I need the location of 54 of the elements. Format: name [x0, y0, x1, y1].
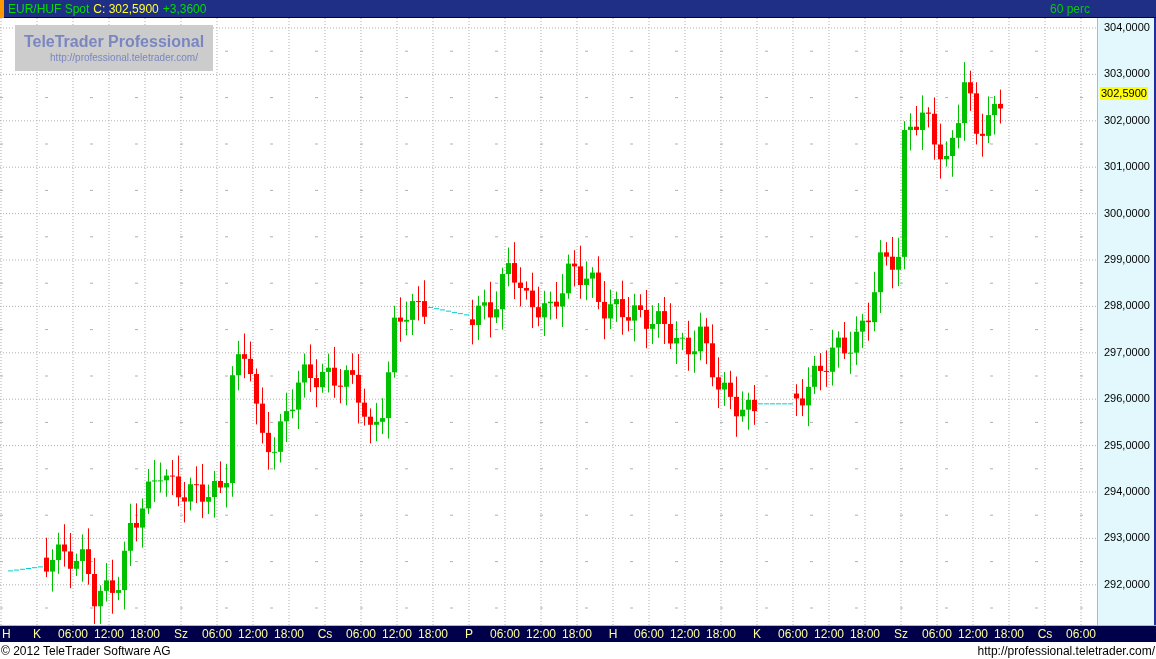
time-label: 18:00	[129, 628, 161, 640]
copyright-text: © 2012 TeleTrader Software AG	[1, 644, 171, 657]
price-tick-label: 296,0000	[1104, 393, 1150, 405]
time-label: 12:00	[93, 628, 125, 640]
logo-url: http://professional.teletrader.com/	[50, 51, 198, 65]
price-tick-label: 292,0000	[1104, 578, 1150, 590]
price-tick-label: 302,0000	[1104, 114, 1150, 126]
price-tick-label: 293,0000	[1104, 532, 1150, 544]
time-label: 12:00	[813, 628, 845, 640]
price-tick-label: 298,0000	[1104, 300, 1150, 312]
price-tick-label: 299,0000	[1104, 254, 1150, 265]
symbol-label: EUR/HUF Spot	[8, 2, 90, 15]
price-tick-label: 304,0000	[1104, 22, 1150, 33]
time-label: 06:00	[489, 628, 521, 640]
time-label: 12:00	[669, 628, 701, 640]
interval-label: 60 perc	[1049, 2, 1090, 15]
price-tick-label: 303,0000	[1104, 68, 1150, 80]
time-label: 18:00	[417, 628, 449, 640]
time-label: Cs	[316, 628, 334, 640]
time-label: 12:00	[957, 628, 989, 640]
time-label: Cs	[1036, 628, 1054, 640]
time-label: Sz	[893, 628, 909, 640]
time-label: 18:00	[561, 628, 593, 640]
time-label: H	[607, 628, 619, 640]
time-label: 06:00	[345, 628, 377, 640]
time-label: 18:00	[705, 628, 737, 640]
price-tick-label: 295,0000	[1104, 439, 1150, 451]
time-label: H	[1, 628, 12, 640]
logo-title: TeleTrader Professional	[23, 31, 205, 52]
time-label: 06:00	[57, 628, 89, 640]
time-label: Sz	[173, 628, 189, 640]
time-label: 18:00	[849, 628, 881, 640]
time-label: K	[32, 628, 42, 640]
time-label: 06:00	[1065, 628, 1097, 640]
time-label: 12:00	[381, 628, 413, 640]
time-label: 06:00	[633, 628, 665, 640]
close-price: C: 302,5900	[93, 2, 159, 15]
time-label: 06:00	[201, 628, 233, 640]
time-label: 18:00	[993, 628, 1025, 640]
price-tick-label: 300,0000	[1104, 207, 1150, 219]
price-tick-label: 294,0000	[1104, 486, 1150, 497]
time-label: 06:00	[921, 628, 953, 640]
time-label: 12:00	[237, 628, 269, 640]
price-tick-label: 297,0000	[1104, 346, 1150, 358]
marker-icon	[0, 0, 4, 18]
time-label: 18:00	[273, 628, 305, 640]
time-label: K	[752, 628, 762, 640]
footer-link[interactable]: http://professional.teletrader.com/	[977, 644, 1155, 657]
price-change: +3,3600	[162, 2, 207, 15]
time-label: 06:00	[777, 628, 809, 640]
time-label: P	[464, 628, 474, 640]
price-tick-label: 301,0000	[1104, 161, 1150, 173]
time-label: 12:00	[525, 628, 557, 640]
current-price-label: 302,5900	[1100, 87, 1148, 100]
